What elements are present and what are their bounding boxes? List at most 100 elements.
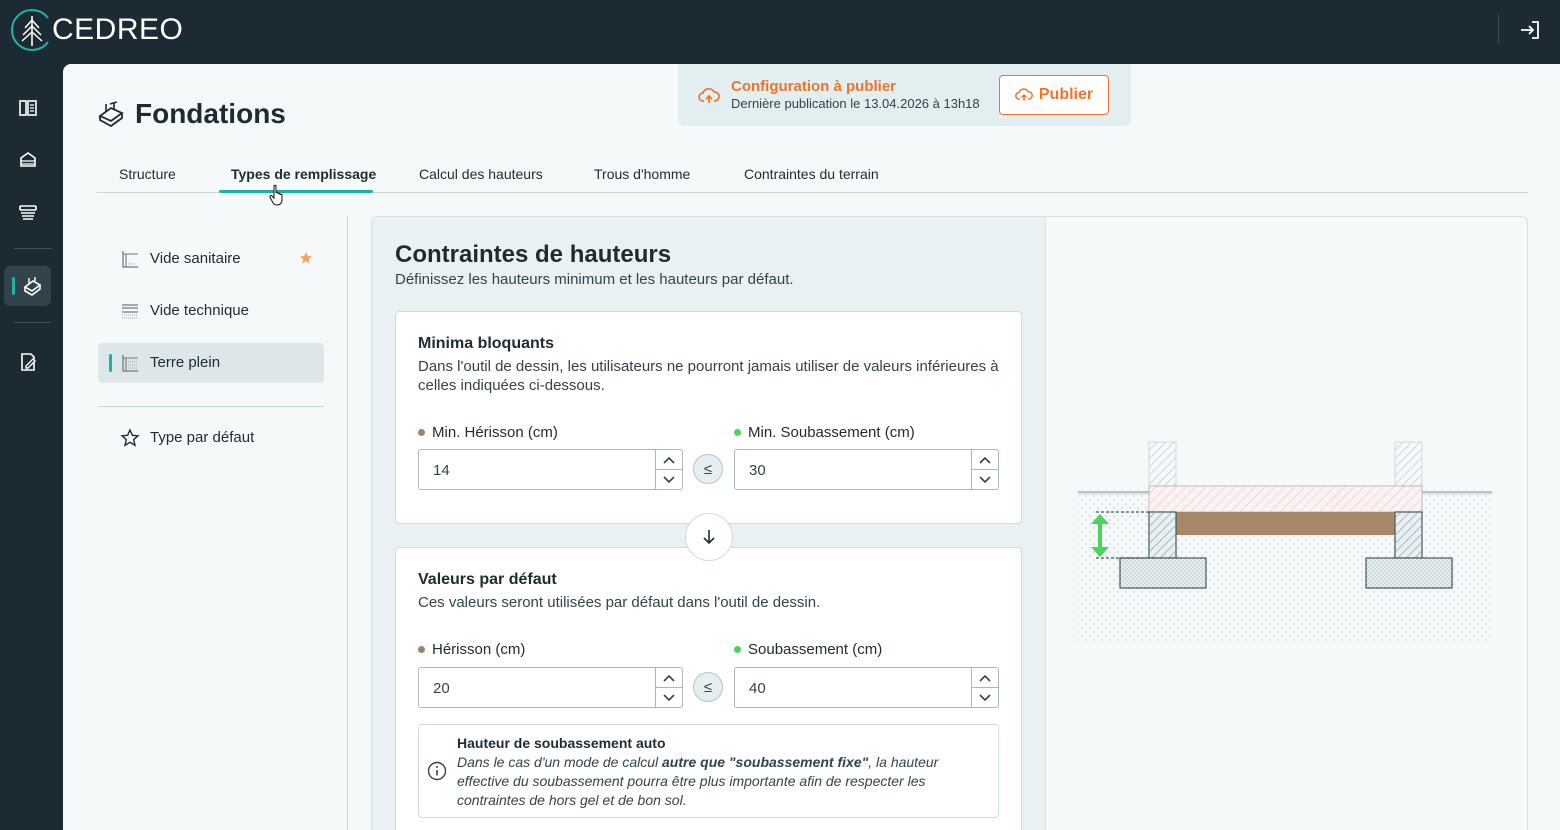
- logo-text: CEDREO: [52, 13, 184, 46]
- chevron-down-icon: [979, 475, 991, 483]
- tab-trous-d-homme[interactable]: Trous d'homme: [594, 166, 690, 182]
- page-title: Fondations: [97, 98, 286, 130]
- subnav-separator: [98, 406, 324, 407]
- topbar-divider: [1498, 14, 1499, 44]
- decrement-button[interactable]: [972, 688, 998, 707]
- min-herisson-value: 14: [433, 462, 450, 479]
- herisson-stepper: [655, 668, 682, 707]
- info-text-bold: autre que "soubassement fixe": [662, 754, 869, 770]
- increment-button[interactable]: [972, 668, 998, 687]
- tab-types-de-remplissage[interactable]: Types de remplissage: [231, 166, 376, 182]
- increment-button[interactable]: [656, 450, 682, 469]
- foundation-icon: [23, 277, 41, 296]
- nav-foundations-button[interactable]: [4, 266, 51, 306]
- edit-document-icon: [20, 353, 36, 371]
- min-herisson-stepper: [655, 450, 682, 489]
- minima-title: Minima bloquants: [418, 335, 554, 352]
- defaults-card: Valeurs par défaut Ces valeurs seront ut…: [395, 547, 1022, 830]
- tab-calcul-des-hauteurs[interactable]: Calcul des hauteurs: [419, 166, 543, 182]
- layers-icon: [18, 205, 37, 220]
- increment-button[interactable]: [972, 450, 998, 469]
- publish-banner: Configuration à publier Dernière publica…: [678, 64, 1131, 126]
- herisson-value: 20: [433, 680, 450, 697]
- left-nav: [0, 64, 63, 830]
- min-soubassement-value: 30: [749, 462, 766, 479]
- min-soubassement-label: Min. Soubassement (cm): [734, 424, 915, 441]
- logout-icon[interactable]: [1518, 18, 1542, 42]
- decrement-button[interactable]: [656, 688, 682, 707]
- increment-button[interactable]: [656, 668, 682, 687]
- chevron-up-icon: [979, 456, 991, 464]
- soubassement-input[interactable]: 40: [734, 667, 999, 708]
- cloud-upload-icon: [698, 88, 720, 103]
- foundation-diagram: [1078, 441, 1492, 642]
- default-type-label: Type par défaut: [150, 429, 255, 446]
- subnav: Vide sanitaire Vide technique Terre plei…: [98, 216, 348, 830]
- arrow-down-icon: [703, 530, 715, 545]
- soubassement-value: 40: [749, 680, 766, 697]
- page-title-text: Fondations: [135, 98, 286, 129]
- top-bar: CEDREO: [0, 0, 1560, 64]
- logo[interactable]: CEDREO: [10, 7, 183, 53]
- tab-contraintes-du-terrain[interactable]: Contraintes du terrain: [744, 166, 879, 182]
- min-soubassement-input[interactable]: 30: [734, 449, 999, 490]
- auto-height-info: Hauteur de soubassement auto Dans le cas…: [418, 724, 999, 818]
- foundation-icon: [98, 101, 124, 128]
- hand-cursor-icon: [269, 184, 283, 206]
- active-tab-indicator: [219, 190, 373, 193]
- minima-description: Dans l'outil de dessin, les utilisateurs…: [418, 358, 999, 394]
- publish-button-label: Publier: [1038, 86, 1094, 103]
- soubassement-stepper: [971, 668, 998, 707]
- tree-logo-icon: [11, 9, 49, 51]
- decrement-button[interactable]: [972, 470, 998, 489]
- herisson-label: Hérisson (cm): [418, 641, 525, 658]
- defaults-description: Ces valeurs seront utilisées par défaut …: [418, 594, 821, 611]
- nav-separator: [14, 322, 51, 323]
- info-title: Hauteur de soubassement auto: [457, 735, 666, 751]
- chevron-down-icon: [663, 693, 675, 701]
- defaults-title: Valeurs par défaut: [418, 571, 557, 588]
- subnav-item-label: Vide technique: [150, 302, 249, 319]
- nav-separator: [14, 248, 51, 249]
- terre-plein-icon: [122, 355, 138, 372]
- min-soubassement-label-text: Min. Soubassement (cm): [748, 424, 915, 441]
- less-or-equal-badge: ≤: [693, 672, 723, 702]
- furniture-icon: [19, 152, 36, 167]
- catalog-icon: [18, 100, 37, 116]
- subnav-item-label: Terre plein: [150, 354, 221, 371]
- panel-form: Contraintes de hauteurs Définissez les h…: [372, 217, 1046, 830]
- publish-button[interactable]: Publier: [999, 75, 1109, 115]
- soubassement-label: Soubassement (cm): [734, 641, 882, 658]
- herisson-input[interactable]: 20: [418, 667, 683, 708]
- nav-catalog-button[interactable]: [4, 88, 51, 128]
- herisson-dot: [418, 429, 425, 436]
- info-icon: [427, 761, 447, 781]
- subnav-item-vide-sanitaire[interactable]: Vide sanitaire: [98, 239, 324, 279]
- soubassement-dot: [734, 429, 741, 436]
- tab-bar: Structure Types de remplissage Calcul de…: [97, 160, 1528, 193]
- down-arrow-connector: [685, 513, 733, 561]
- subnav-item-label: Vide sanitaire: [150, 250, 241, 267]
- nav-layers-button[interactable]: [4, 192, 51, 232]
- chevron-down-icon: [979, 693, 991, 701]
- chevron-down-icon: [663, 475, 675, 483]
- herisson-dot: [418, 646, 425, 653]
- nav-furniture-button[interactable]: [4, 140, 51, 180]
- main-content: Fondations Configuration à publier Derni…: [63, 64, 1560, 830]
- chevron-up-icon: [663, 456, 675, 464]
- info-text: Dans le cas d'un mode de calcul autre qu…: [457, 753, 987, 810]
- publish-subtitle: Dernière publication le 13.04.2026 à 13h…: [731, 96, 980, 111]
- minima-card: Minima bloquants Dans l'outil de dessin,…: [395, 311, 1022, 524]
- nav-edit-button[interactable]: [4, 342, 51, 382]
- star-outline-icon: [120, 428, 140, 447]
- min-herisson-input[interactable]: 14: [418, 449, 683, 490]
- subnav-item-vide-technique[interactable]: Vide technique: [98, 291, 324, 331]
- subnav-item-terre-plein[interactable]: Terre plein: [98, 343, 324, 383]
- decrement-button[interactable]: [656, 470, 682, 489]
- chevron-up-icon: [663, 674, 675, 682]
- min-herisson-label: Min. Hérisson (cm): [418, 424, 558, 441]
- less-or-equal-badge: ≤: [693, 454, 723, 484]
- chevron-up-icon: [979, 674, 991, 682]
- tab-structure[interactable]: Structure: [119, 166, 176, 182]
- default-type-button[interactable]: Type par défaut: [98, 418, 324, 458]
